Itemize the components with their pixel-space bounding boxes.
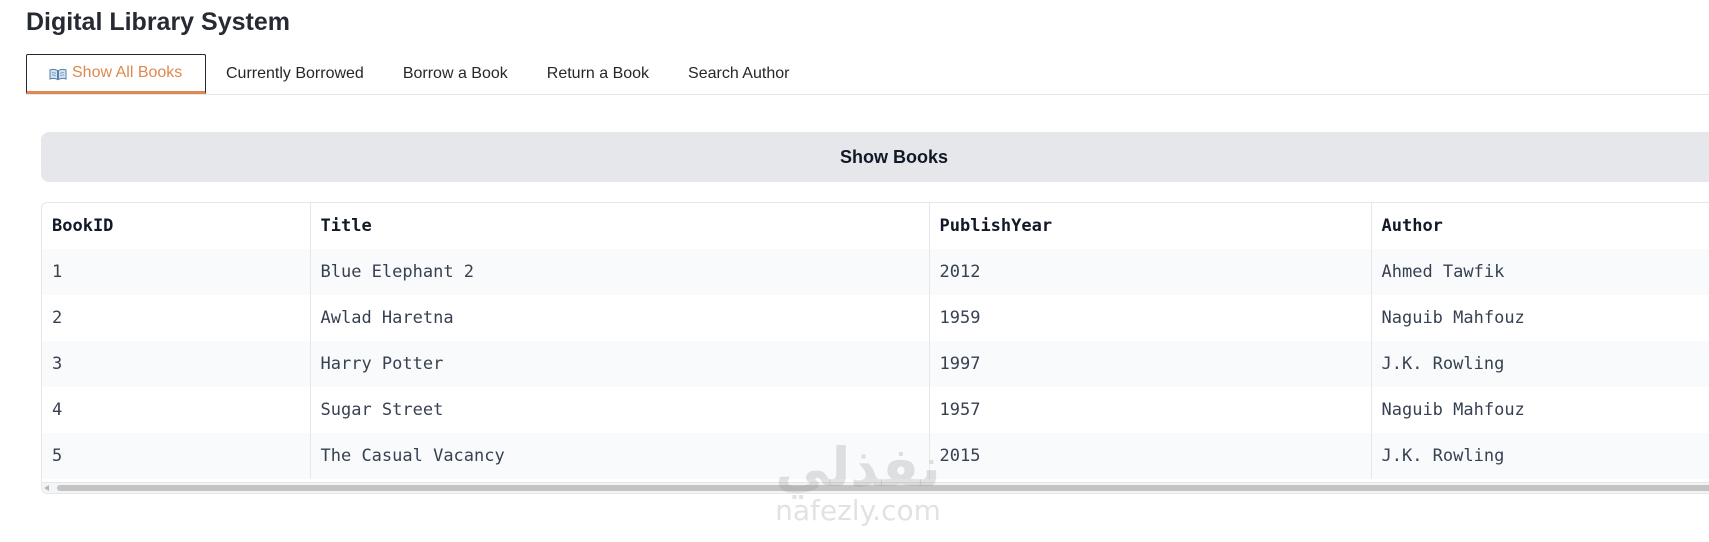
cell-author[interactable]: Naguib Mahfouz [1371,387,1709,433]
cell-author[interactable]: Naguib Mahfouz [1371,295,1709,341]
cell-publishyear[interactable]: 2015 [929,433,1372,479]
books-table: BookID Title PublishYear Author 1 Blue E… [42,203,1709,479]
cell-publishyear[interactable]: 1957 [929,387,1372,433]
watermark-latin: nafezly.com [775,494,941,527]
tab-label: Currently Borrowed [226,65,364,82]
show-books-button-label: Show Books [839,146,949,167]
column-header-bookid[interactable]: BookID [42,203,311,249]
cell-publishyear[interactable]: 1997 [929,341,1372,387]
table-row: 5 The Casual Vacancy 2015 J.K. Rowling [42,433,1709,479]
horizontal-scrollbar[interactable] [42,482,1709,493]
table-row: 3 Harry Potter 1997 J.K. Rowling [42,341,1709,387]
books-table-container: BookID Title PublishYear Author 1 Blue E… [41,202,1709,494]
table-row: 4 Sugar Street 1957 Naguib Mahfouz [42,387,1709,433]
cell-author[interactable]: J.K. Rowling [1371,433,1709,479]
tab-search-author[interactable]: Search Author [668,54,808,94]
cell-title[interactable]: Sugar Street [310,387,930,433]
tab-show-all-books[interactable]: Show All Books [26,54,206,94]
cell-title[interactable]: Blue Elephant 2 [310,249,930,295]
cell-title[interactable]: Harry Potter [310,341,930,387]
cell-bookid[interactable]: 5 [42,433,311,479]
show-books-button[interactable]: Show Books [41,132,1709,182]
table-row: 1 Blue Elephant 2 2012 Ahmed Tawfik [42,249,1709,295]
cell-publishyear[interactable]: 2012 [929,249,1372,295]
tab-label: Search Author [688,65,790,82]
tab-return-a-book[interactable]: Return a Book [527,54,668,94]
cell-author[interactable]: Ahmed Tawfik [1371,249,1709,295]
column-header-author[interactable]: Author [1371,203,1709,249]
column-header-publishyear[interactable]: PublishYear [929,203,1372,249]
scrollbar-thumb[interactable] [57,485,1709,491]
cell-title[interactable]: Awlad Haretna [310,295,930,341]
cell-title[interactable]: The Casual Vacancy [310,433,930,479]
cell-publishyear[interactable]: 1959 [929,295,1372,341]
tab-label: Borrow a Book [402,65,508,82]
tab-label: Return a Book [546,65,650,82]
cell-author[interactable]: J.K. Rowling [1371,341,1709,387]
table-header-row: BookID Title PublishYear Author [42,203,1709,249]
cell-bookid[interactable]: 4 [42,387,311,433]
open-book-icon [49,68,67,81]
app-title: Digital Library System [26,8,290,36]
tab-label: Show All Books [72,64,183,81]
cell-bookid[interactable]: 3 [42,341,311,387]
column-header-title[interactable]: Title [310,203,930,249]
tab-currently-borrowed[interactable]: Currently Borrowed [206,54,383,94]
cell-bookid[interactable]: 2 [42,295,311,341]
tab-borrow-a-book[interactable]: Borrow a Book [383,54,527,94]
scroll-left-arrow-icon[interactable] [44,485,49,491]
tab-bar: Show All Books Currently Borrowed Borrow… [26,54,1709,95]
table-row: 2 Awlad Haretna 1959 Naguib Mahfouz [42,295,1709,341]
cell-bookid[interactable]: 1 [42,249,311,295]
